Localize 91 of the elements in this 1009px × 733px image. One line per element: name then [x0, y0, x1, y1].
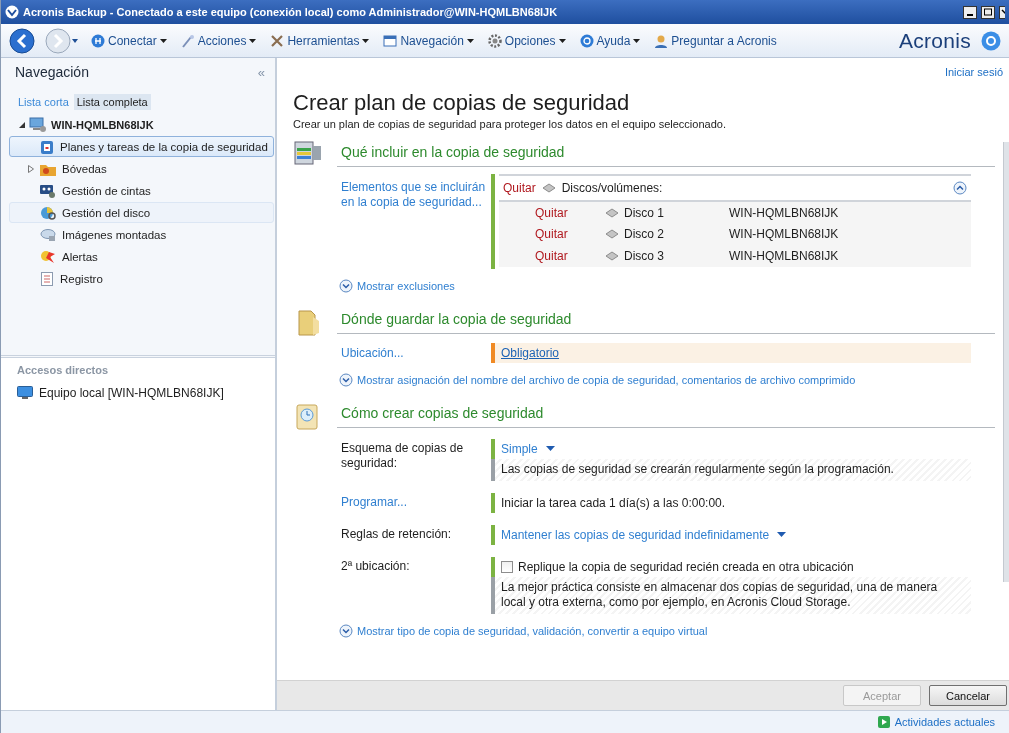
collapse-icon[interactable] [953, 181, 967, 195]
caret-icon [545, 446, 555, 451]
toolbar-button[interactable]: Acciones [178, 31, 259, 50]
disk-name: Disco 3 [624, 248, 664, 263]
expand-icon[interactable] [339, 372, 353, 387]
settings-icon [487, 33, 502, 48]
disk-name: Disco 1 [624, 205, 664, 220]
checkbox-label: Replique la copia de seguridad recién creada en otra ubicación [518, 559, 854, 574]
show-more-link[interactable]: Mostrar exclusiones [339, 278, 455, 293]
tree-item[interactable]: WIN-HQMLBN68IJK [51, 119, 154, 131]
section-title: Accesos directos [17, 364, 110, 376]
dropdown[interactable]: Simple [495, 438, 561, 459]
show-more-link[interactable]: Mostrar asignación del nombre del archivo de copia de seguridad, comentarios de archivo comprimido [339, 372, 856, 387]
schedule-link[interactable]: Programar... [341, 492, 491, 513]
monitor-icon [17, 386, 33, 400]
server-icon [293, 140, 323, 168]
machine-name: WIN-HQMLBN68IJK [729, 227, 840, 242]
disk-name: Disco 2 [624, 227, 664, 242]
machine-name: WIN-HQMLBN68IJK [729, 205, 840, 220]
disk-icon [40, 205, 56, 220]
field-label: Esquema de copias de seguridad: [341, 439, 465, 472]
logo: Acronis [898, 28, 971, 53]
remove-link[interactable]: Quitar [503, 181, 536, 195]
expand-icon[interactable] [339, 623, 353, 638]
group-label: Discos/volúmenes: [561, 181, 664, 195]
help-icon[interactable] [981, 30, 1001, 51]
nav-item[interactable]: Planes y tareas de la copia de seguridad [9, 136, 274, 157]
list-tab[interactable]: Lista corta [15, 94, 72, 110]
caret-icon [558, 38, 566, 43]
page-subtitle: Crear un plan de copias de seguridad para proteger los datos en el equipo seleccionado. [293, 118, 727, 130]
cloud-icon [40, 227, 56, 242]
schedule-text: Iniciar la tarea cada 1 día(s) a las 0:00:00. [500, 494, 727, 512]
caret-icon [249, 38, 257, 43]
machine-name: WIN-HQMLBN68IJK [729, 248, 840, 263]
field-label: Reglas de retención: [341, 525, 453, 543]
toolbar-button[interactable]: Navegación [381, 31, 476, 50]
list-tab[interactable]: Lista completa [73, 94, 151, 110]
shortcut-link[interactable]: Equipo local [WIN-HQMLBN68IJK] [39, 386, 224, 400]
computer-icon [29, 117, 47, 133]
dialog-button[interactable]: Cancelar [929, 685, 1007, 706]
caret-icon [362, 38, 370, 43]
clipboard-icon [40, 139, 54, 154]
caret-icon [159, 38, 167, 43]
items-link[interactable]: Elementos que se incluirán en la copia de seguridad... [341, 174, 491, 269]
expand-icon[interactable] [339, 278, 353, 293]
remove-link[interactable]: Quitar [535, 205, 605, 220]
toolbar-button[interactable]: Preguntar a Acronis [652, 31, 779, 50]
app-icon [5, 5, 19, 19]
dropdown[interactable]: Mantener las copias de seguridad indefinidamente [495, 524, 793, 545]
field-label: 2ª ubicación: [341, 557, 411, 575]
activities-button[interactable]: Actividades actuales [871, 715, 1001, 729]
caret-icon [633, 38, 641, 43]
expand-arrow-icon [28, 164, 34, 173]
play-icon [877, 716, 890, 728]
back-icon[interactable] [9, 27, 35, 54]
person-icon [654, 33, 669, 48]
help-icon [579, 33, 594, 48]
remove-link[interactable]: Quitar [535, 227, 605, 242]
window-title: Acronis Backup - Conectado a este equipo (conexión local) como Administrador@WIN-HQMLBN68IJK [23, 6, 559, 18]
hint-text: Las copias de seguridad se crearán regularmente según la programación. [491, 458, 971, 481]
toolbar-button[interactable]: Ayuda [577, 31, 643, 50]
nav-item[interactable]: Alertas [9, 246, 274, 267]
nav-item[interactable]: Registro [9, 268, 274, 289]
page-title: Crear plan de copias de seguridad [293, 90, 631, 116]
toolbar-button[interactable]: Opciones [485, 31, 568, 50]
list-icon [40, 271, 54, 286]
close-icon[interactable] [999, 5, 1005, 19]
minimize-icon[interactable] [963, 5, 977, 19]
panel-title: Navegación [15, 64, 89, 80]
caret-icon [777, 532, 787, 537]
hint-text: La mejor práctica consiste en almacenar dos copias de seguridad, una de manera local y otra externa, como por ejemplo, en Acronis Cloud Storage. [491, 576, 971, 614]
tape-icon [40, 183, 56, 198]
nav-item[interactable]: Imágenes montadas [9, 224, 274, 245]
maximize-icon[interactable] [981, 5, 995, 19]
location-link[interactable]: Ubicación... [341, 342, 491, 363]
show-more-link[interactable]: Mostrar tipo de copia de seguridad, validación, convertir a equipo virtual [339, 623, 708, 638]
toolbar-button[interactable]: Herramientas [268, 31, 372, 50]
section-title: Cómo crear copias de seguridad [337, 404, 995, 428]
checkbox[interactable] [501, 560, 513, 573]
section-title: Dónde guardar la copia de seguridad [337, 310, 995, 334]
toolbar-button[interactable]: Conectar [89, 31, 169, 50]
remove-link[interactable]: Quitar [535, 248, 605, 263]
sign-in-link[interactable]: Iniciar sesió [944, 66, 1003, 78]
required-link[interactable]: Obligatorio [495, 342, 566, 363]
scrollbar[interactable] [1003, 142, 1009, 582]
nav-item[interactable]: Gestión de cintas [9, 180, 274, 201]
window-icon [383, 33, 398, 48]
caret-icon [466, 38, 474, 43]
section-title: Qué incluir en la copia de seguridad [337, 144, 995, 167]
nav-item[interactable]: Gestión del disco [9, 202, 274, 223]
nav-item[interactable]: Bóvedas [9, 158, 274, 179]
